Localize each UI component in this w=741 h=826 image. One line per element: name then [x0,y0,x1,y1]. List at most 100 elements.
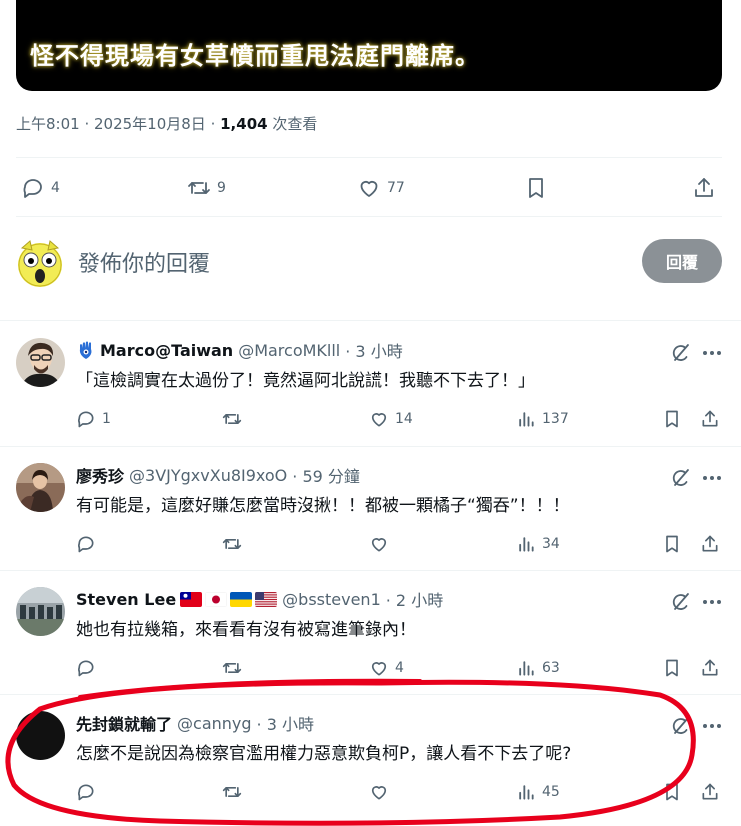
bookmark-icon [666,410,678,428]
ukraine-flag-icon [230,591,253,607]
like-button[interactable]: 4 [369,655,404,681]
like-count: 77 [387,180,405,196]
tweet-header: Marco@Taiwan @MarcoMKlll · 3 小時 [76,338,403,362]
avatar[interactable] [16,463,65,512]
tweet-text: 怎麼不是說因為檢察官濫用權力惡意欺負柯P，讓人看不下去了呢? [76,744,572,764]
like-button[interactable]: 14 [369,406,413,432]
views-count: 1,404 [220,115,268,133]
repost-button[interactable] [222,779,248,805]
repost-button[interactable] [222,406,248,432]
video-subtitle: 怪不得現場有女草憤而重甩法庭門離席。 [30,42,480,70]
tweet-time[interactable]: · 3 小時 [345,338,402,362]
author-name[interactable]: 廖秀珍 [76,463,124,487]
taiwan-flag-icon [180,591,203,607]
repost-button[interactable] [222,655,248,681]
tweet-text: 有可能是，這麼好賺怎麼當時沒揪！！都被一顆橘子“獨吞”！！！ [76,496,570,516]
views-button[interactable]: 63 [516,655,560,681]
views-button[interactable]: 45 [516,779,560,805]
heart-icon [371,662,387,676]
reply-submit-button[interactable]: 回覆 [642,239,722,283]
reply-tweet[interactable]: Marco@Taiwan @MarcoMKlll · 3 小時 「這檢調實在太過… [0,322,741,446]
author-handle[interactable]: @3VJYgxvXu8I9xoO [129,466,287,485]
divider [16,157,722,158]
post-metadata: 上午8:01 · 2025年10月8日 · 1,404 次查看 [16,115,318,133]
reply-tweet[interactable]: Steven Lee @bssteven1 · 2 小時 她也有拉幾箱，來看看有… [0,571,741,695]
reply-icon [78,660,94,677]
reply-input[interactable]: 發佈你的回覆 [78,246,210,278]
video-player[interactable]: 怪不得現場有女草憤而重甩法庭門離席。 [16,0,722,91]
share-button[interactable] [700,779,720,805]
bookmark-icon [666,783,678,801]
heart-icon [360,180,378,197]
reply-tweet[interactable]: 先封鎖就輸了 @cannyg · 3 小時 怎麼不是說因為檢察官濫用權力惡意欺負… [0,695,741,819]
tweet-text: 她也有拉幾箱，來看看有沒有被寫進筆錄內！ [76,620,416,640]
heart-icon [371,786,387,800]
share-button[interactable] [700,655,720,681]
bookmark-button[interactable] [662,655,682,681]
repost-button[interactable] [222,531,248,557]
reply-count: 4 [51,180,60,196]
reply-button[interactable]: 1 [76,406,111,432]
reply-button[interactable] [76,655,102,681]
like-button[interactable] [369,779,395,805]
tweet-action-bar: 1 14 137 [76,406,724,432]
share-button[interactable] [700,406,720,432]
author-handle[interactable]: @cannyg [177,714,252,733]
tweet-time[interactable]: · 3 小時 [257,711,314,735]
flag-emojis [180,591,278,607]
like-count: 4 [395,660,404,676]
views-label: 次查看 [272,115,318,133]
bookmark-button[interactable] [662,779,682,805]
share-button[interactable] [692,170,716,206]
grok-icon[interactable] [669,467,691,489]
like-button[interactable]: 77 [357,170,405,206]
user-avatar[interactable] [16,238,64,288]
more-options-icon[interactable] [701,715,723,737]
repost-icon [222,787,242,797]
share-button[interactable] [700,531,720,557]
bookmark-button[interactable] [662,531,682,557]
tweet-time[interactable]: · 59 分鐘 [292,463,360,487]
more-options-icon[interactable] [701,342,723,364]
repost-icon [222,414,242,424]
like-button[interactable] [369,531,395,557]
views-button[interactable]: 137 [516,406,569,432]
bookmark-icon [666,535,678,553]
repost-button[interactable]: 9 [187,170,226,206]
post-time[interactable]: 上午8:01 [16,115,80,133]
avatar[interactable] [16,711,65,760]
reply-button[interactable]: 4 [21,170,60,206]
divider [16,216,722,217]
post-date[interactable]: 2025年10月8日 [94,115,206,133]
avatar[interactable] [16,338,65,387]
hamsa-icon [79,341,92,359]
author-handle[interactable]: @MarcoMKlll [238,341,340,360]
grok-icon[interactable] [669,715,691,737]
share-icon [702,659,718,676]
analytics-icon [519,412,534,427]
author-handle[interactable]: @bssteven1 [282,590,381,609]
grok-icon[interactable] [669,342,691,364]
more-options-icon[interactable] [701,591,723,613]
avatar[interactable] [16,587,65,636]
reply-button[interactable] [76,779,102,805]
analytics-icon [519,537,534,552]
bookmark-button[interactable] [524,170,548,206]
japan-flag-icon [205,591,228,607]
grok-icon[interactable] [669,591,691,613]
tweet-action-bar: 45 [76,779,724,805]
reply-button[interactable] [76,531,102,557]
tweet-action-bar: 4 63 [76,655,724,681]
view-count: 45 [542,784,560,800]
views-button[interactable]: 34 [516,531,560,557]
author-name[interactable]: Marco@Taiwan [100,341,233,360]
share-icon [702,410,718,427]
bookmark-button[interactable] [662,406,682,432]
more-options-icon[interactable] [701,467,723,489]
reply-tweet[interactable]: 廖秀珍 @3VJYgxvXu8I9xoO · 59 分鐘 有可能是，這麼好賺怎麼… [0,447,741,571]
author-name[interactable]: 先封鎖就輸了 [76,711,172,735]
author-name[interactable]: Steven Lee [76,590,176,609]
tweet-time[interactable]: · 2 小時 [386,587,443,611]
reply-icon [23,179,42,198]
reply-composer: 發佈你的回覆 回覆 [16,236,722,292]
